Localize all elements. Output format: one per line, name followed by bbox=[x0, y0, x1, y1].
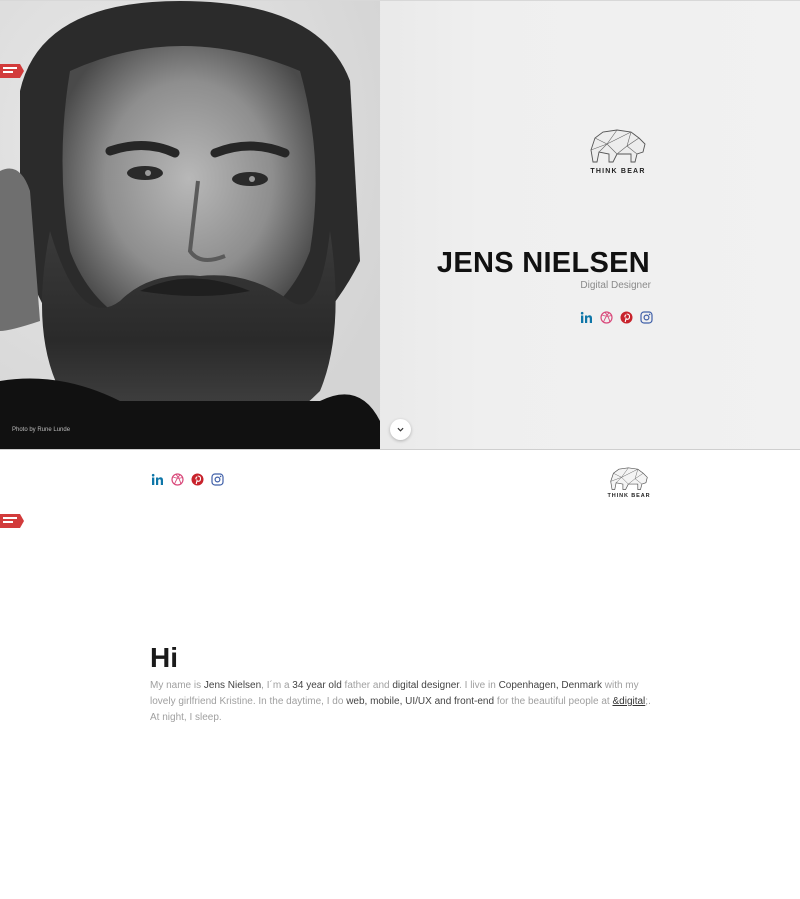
award-badge[interactable] bbox=[0, 62, 24, 80]
award-badge[interactable] bbox=[0, 512, 24, 530]
intro-text: , I´m a bbox=[261, 680, 293, 691]
chevron-down-icon bbox=[397, 427, 404, 432]
linkedin-link[interactable] bbox=[580, 311, 593, 324]
instagram-icon bbox=[211, 473, 224, 486]
instagram-link[interactable] bbox=[640, 311, 653, 324]
dribbble-link[interactable] bbox=[600, 311, 613, 324]
pinterest-icon bbox=[191, 473, 204, 486]
instagram-icon bbox=[640, 311, 653, 324]
dribbble-link[interactable] bbox=[171, 473, 184, 486]
instagram-link[interactable] bbox=[211, 473, 224, 486]
pinterest-link[interactable] bbox=[620, 311, 633, 324]
header-social-links bbox=[151, 473, 224, 486]
brand-label: THINK BEAR bbox=[607, 493, 651, 499]
hero-name: JENS NIELSEN bbox=[436, 247, 650, 279]
intro-text: . I live in bbox=[459, 680, 499, 691]
scroll-down-button[interactable] bbox=[390, 419, 411, 440]
linkedin-icon bbox=[580, 311, 592, 323]
linkedin-link[interactable] bbox=[151, 473, 164, 486]
dribbble-icon bbox=[171, 473, 184, 486]
hero-role: Digital Designer bbox=[580, 280, 651, 291]
brand-label: THINK BEAR bbox=[590, 168, 646, 175]
pinterest-icon bbox=[620, 311, 633, 324]
brand-logo[interactable]: THINK BEAR bbox=[584, 126, 652, 175]
intro-text: father and bbox=[341, 680, 393, 691]
intro-age: 34 year old bbox=[292, 680, 342, 691]
portrait-photo bbox=[0, 1, 380, 449]
company-link[interactable]: &digital bbox=[612, 696, 645, 707]
bear-logo-icon bbox=[590, 129, 646, 163]
pinterest-link[interactable] bbox=[191, 473, 204, 486]
intro-job: digital designer bbox=[392, 680, 460, 691]
intro-name: Jens Nielsen bbox=[203, 680, 262, 691]
hero-social-links bbox=[580, 311, 653, 324]
intro-text: for the beautiful people at bbox=[494, 696, 613, 707]
intro-paragraph: My name is Jens Nielsen, I´m a 34 year o… bbox=[150, 678, 660, 726]
intro-city: Copenhagen, Denmark bbox=[498, 680, 602, 691]
dribbble-icon bbox=[600, 311, 613, 324]
bear-logo-icon bbox=[610, 467, 648, 490]
linkedin-icon bbox=[151, 473, 163, 485]
greeting-heading: Hi bbox=[150, 642, 178, 673]
header-brand-logo[interactable]: THINK BEAR bbox=[606, 465, 652, 499]
photo-credit: Photo by Rune Lunde bbox=[12, 427, 71, 433]
intro-work: web, mobile, UI/UX and front-end bbox=[346, 696, 495, 707]
intro-text: My name is bbox=[150, 680, 204, 691]
hero-section: Photo by Rune Lunde THINK BEAR JENS NIEL… bbox=[0, 0, 800, 450]
